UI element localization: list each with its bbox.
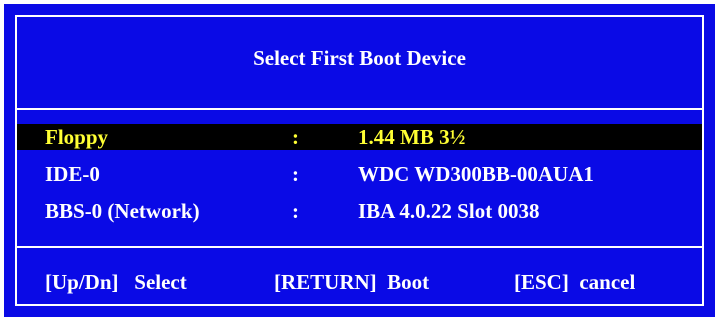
dialog-frame: Select First Boot Device Floppy : 1.44 M… (15, 15, 704, 306)
boot-device-dialog: Select First Boot Device Floppy : 1.44 M… (4, 4, 715, 317)
boot-option-ide-0[interactable]: IDE-0 : WDC WD300BB-00AUA1 (17, 161, 702, 187)
help-action-boot: Boot (387, 270, 430, 294)
help-boot: [RETURN] Boot (274, 269, 429, 295)
boot-option-name: BBS-0 (Network) (45, 199, 200, 223)
boot-option-name: IDE-0 (45, 162, 100, 186)
title-divider (17, 108, 702, 110)
dialog-title: Select First Boot Device (253, 46, 466, 70)
help-action-select: Select (134, 270, 187, 294)
boot-option-separator: : (292, 162, 299, 186)
boot-option-bbs-0-network[interactable]: BBS-0 (Network) : IBA 4.0.22 Slot 0038 (17, 198, 702, 224)
boot-option-description: 1.44 MB 3½ (358, 125, 466, 149)
boot-option-floppy[interactable]: Floppy : 1.44 MB 3½ (17, 124, 702, 150)
help-cancel: [ESC] cancel (514, 269, 635, 295)
boot-option-description: WDC WD300BB-00AUA1 (358, 162, 594, 186)
help-key-return: [RETURN] (274, 270, 377, 294)
boot-option-name: Floppy (45, 125, 109, 149)
boot-option-separator: : (292, 199, 299, 223)
boot-option-description: IBA 4.0.22 Slot 0038 (358, 199, 540, 223)
boot-option-separator: : (292, 125, 299, 149)
help-select: [Up/Dn] Select (45, 269, 187, 295)
help-divider (17, 246, 702, 248)
help-key-esc: [ESC] (514, 270, 569, 294)
help-key-up-down: [Up/Dn] (45, 270, 119, 294)
help-action-cancel: cancel (579, 270, 636, 294)
